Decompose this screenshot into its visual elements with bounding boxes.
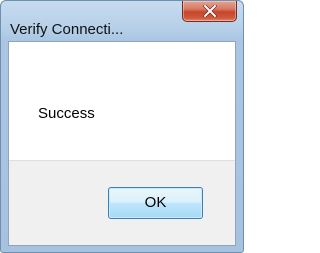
status-message: Success (38, 105, 95, 122)
dialog-window: Verify Connecti... Success OK (0, 0, 244, 253)
window-title: Verify Connecti... (10, 21, 124, 38)
ok-button[interactable]: OK (108, 187, 203, 219)
close-x-icon (203, 5, 217, 17)
dialog-content: Success OK (8, 41, 236, 246)
title-bar[interactable]: Verify Connecti... (1, 1, 243, 41)
close-button[interactable] (182, 1, 237, 22)
button-bar: OK (9, 160, 235, 245)
